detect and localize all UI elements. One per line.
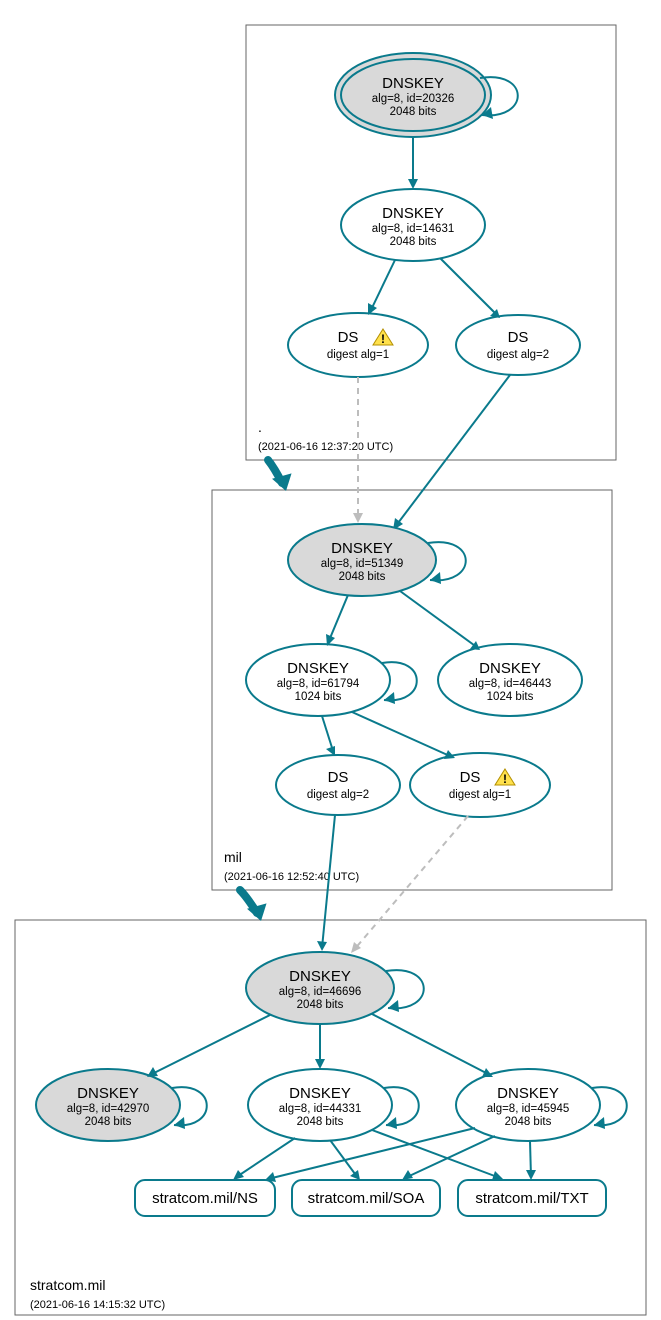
rr-soa-text: stratcom.mil/SOA [308,1190,425,1207]
node-mil-46443-title: DNSKEY [479,660,541,677]
node-mil-46443-alg: alg=8, id=46443 [469,678,552,690]
node-str-44331-bits: 2048 bits [297,1116,344,1128]
node-root-ds2-title: DS [508,329,529,346]
node-str-42970-alg: alg=8, id=42970 [67,1103,150,1115]
node-root-dnskey-14631-bits: 2048 bits [390,236,437,248]
node-str-45945-alg: alg=8, id=45945 [487,1103,570,1115]
node-root-ds1: DS ! digest alg=1 [288,313,428,377]
node-root-ds2: DS digest alg=2 [456,315,580,375]
node-mil-ds2-title: DS [328,769,349,786]
zone-root-timestamp: (2021-06-16 12:37:20 UTC) [258,441,393,453]
node-root-ds1-title: DS [338,329,359,346]
node-str-44331-title: DNSKEY [289,1085,351,1102]
node-root-dnskey-14631: DNSKEY alg=8, id=14631 2048 bits [341,189,485,261]
node-str-44331-alg: alg=8, id=44331 [279,1103,362,1115]
svg-text:!: ! [381,332,385,346]
node-root-dnskey-14631-title: DNSKEY [382,205,444,222]
edge-root-ds2-to-mil-51349 [395,375,510,527]
svg-text:!: ! [503,772,507,786]
node-root-ds2-digest: digest alg=2 [487,349,549,361]
edge-44331-to-soa [330,1140,358,1178]
edge-mil-61794-to-ds1 [352,712,452,757]
edge-root-14631-to-ds2 [440,258,498,316]
node-root-dnskey-20326-alg: alg=8, id=20326 [372,93,455,105]
rr-txt-text: stratcom.mil/TXT [475,1190,588,1207]
zone-root-label: . [258,419,262,435]
zone-stratcom-label: stratcom.mil [30,1277,105,1293]
node-mil-51349-bits: 2048 bits [339,571,386,583]
rr-ns-text: stratcom.mil/NS [152,1190,258,1207]
node-mil-61794-title: DNSKEY [287,660,349,677]
node-str-dnskey-46696: DNSKEY alg=8, id=46696 2048 bits [246,952,394,1024]
node-mil-ds1-title: DS [460,769,481,786]
node-str-dnskey-44331: DNSKEY alg=8, id=44331 2048 bits [248,1069,392,1141]
node-mil-ds1: DS ! digest alg=1 [410,753,550,817]
zone-stratcom-timestamp: (2021-06-16 14:15:32 UTC) [30,1299,165,1311]
node-root-ds1-digest: digest alg=1 [327,349,389,361]
edge-mil-51349-to-61794 [328,595,348,643]
node-root-dnskey-20326-bits: 2048 bits [390,106,437,118]
edge-44331-to-ns [235,1138,295,1178]
node-str-46696-title: DNSKEY [289,968,351,985]
node-str-dnskey-45945: DNSKEY alg=8, id=45945 2048 bits [456,1069,600,1141]
node-mil-ds2: DS digest alg=2 [276,755,400,815]
node-root-dnskey-14631-alg: alg=8, id=14631 [372,223,455,235]
node-mil-ds1-digest: digest alg=1 [449,789,511,801]
node-str-45945-title: DNSKEY [497,1085,559,1102]
node-mil-51349-alg: alg=8, id=51349 [321,558,404,570]
node-str-45945-bits: 2048 bits [505,1116,552,1128]
edge-mil-ds1-to-str-46696 [353,816,468,951]
node-mil-46443-bits: 1024 bits [487,691,534,703]
node-mil-61794-alg: alg=8, id=61794 [277,678,360,690]
edge-str-46696-to-42970 [150,1015,270,1075]
node-str-dnskey-42970: DNSKEY alg=8, id=42970 2048 bits [36,1069,180,1141]
node-str-42970-bits: 2048 bits [85,1116,132,1128]
node-mil-51349-title: DNSKEY [331,540,393,557]
node-root-dnskey-20326-title: DNSKEY [382,75,444,92]
zone-mil-timestamp: (2021-06-16 12:52:40 UTC) [224,871,359,883]
node-str-42970-title: DNSKEY [77,1085,139,1102]
node-str-46696-bits: 2048 bits [297,999,344,1011]
node-str-46696-alg: alg=8, id=46696 [279,986,362,998]
edge-root-14631-to-ds1 [370,260,395,312]
node-mil-ds2-digest: digest alg=2 [307,789,369,801]
node-mil-61794-bits: 1024 bits [295,691,342,703]
edge-mil-51349-to-46443 [400,591,478,648]
node-mil-dnskey-51349: DNSKEY alg=8, id=51349 2048 bits [288,524,436,596]
node-mil-dnskey-61794: DNSKEY alg=8, id=61794 1024 bits [246,644,390,716]
edge-str-46696-to-45945 [372,1014,490,1075]
node-root-dnskey-20326: DNSKEY alg=8, id=20326 2048 bits [335,53,491,137]
node-mil-dnskey-46443: DNSKEY alg=8, id=46443 1024 bits [438,644,582,716]
zone-mil-label: mil [224,849,242,865]
